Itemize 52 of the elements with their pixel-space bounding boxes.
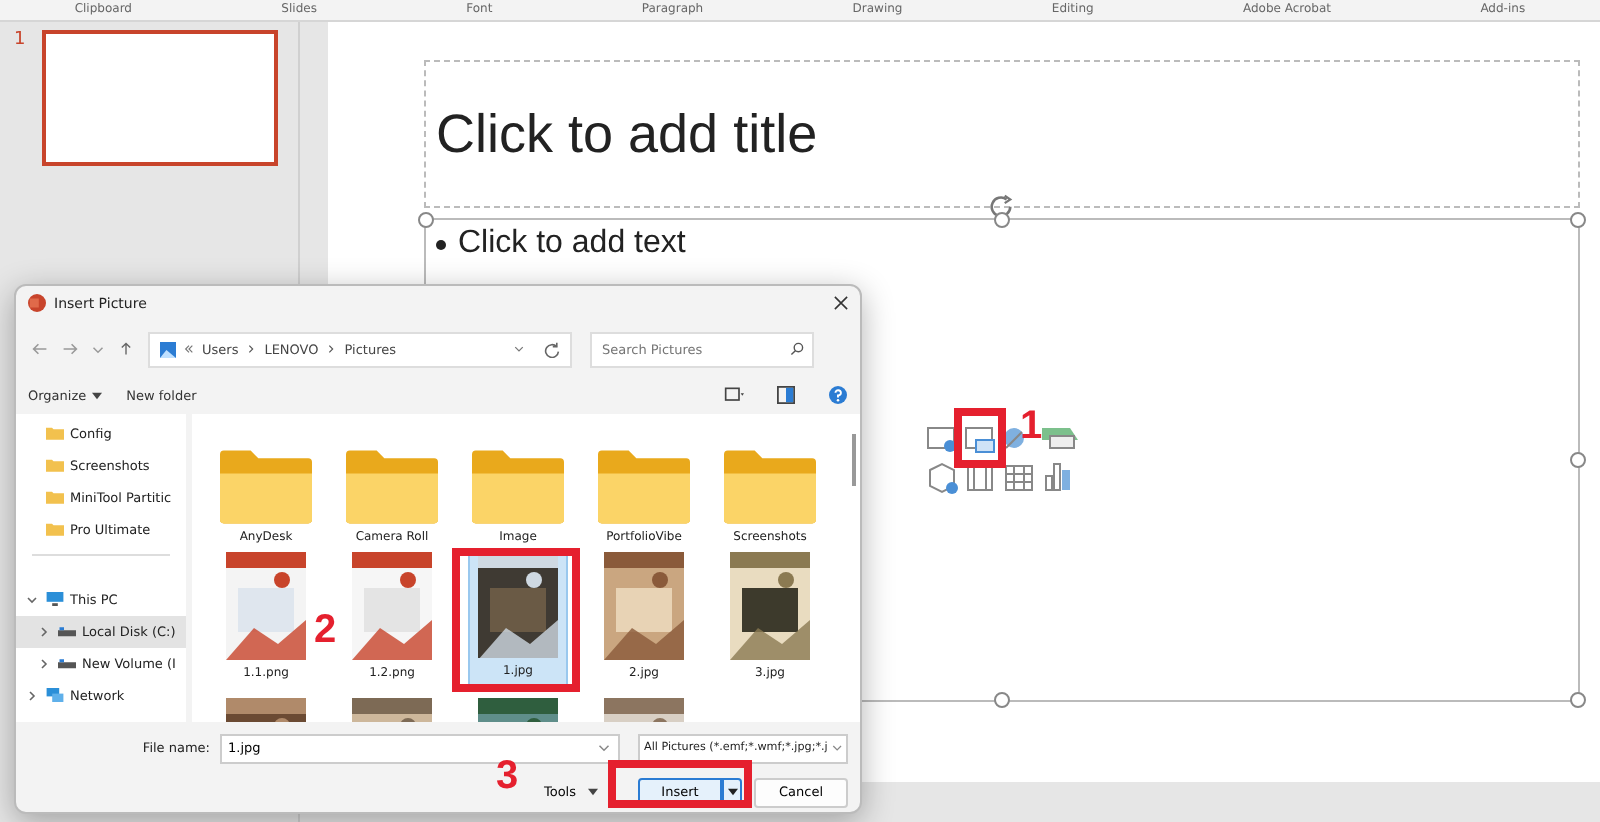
chevron-right-icon bbox=[246, 344, 257, 355]
highlight-box bbox=[608, 760, 752, 808]
resize-handle[interactable] bbox=[994, 692, 1010, 708]
chevron-down-icon[interactable] bbox=[514, 344, 524, 355]
up-icon[interactable] bbox=[118, 342, 134, 357]
folder-icon bbox=[724, 449, 816, 524]
chevron-right-icon[interactable] bbox=[38, 625, 50, 638]
back-icon[interactable] bbox=[32, 342, 48, 357]
resize-handle[interactable] bbox=[994, 212, 1010, 228]
folder-icon bbox=[598, 449, 690, 524]
help-icon[interactable] bbox=[828, 386, 848, 405]
app-logo-icon bbox=[28, 294, 46, 313]
resize-handle[interactable] bbox=[1570, 452, 1586, 468]
drive-icon bbox=[58, 656, 76, 671]
title-placeholder-text: Click to add title bbox=[436, 103, 818, 165]
view-icon[interactable] bbox=[724, 386, 744, 405]
highlight-box bbox=[452, 548, 580, 692]
folder-icon bbox=[220, 449, 312, 524]
chevron-right-icon[interactable] bbox=[38, 657, 50, 670]
chevron-right-icon[interactable] bbox=[26, 689, 38, 702]
step-number: 1 bbox=[1020, 404, 1043, 448]
highlight-box bbox=[954, 408, 1006, 468]
refresh-icon[interactable] bbox=[544, 341, 560, 358]
search-icon bbox=[790, 341, 804, 356]
resize-handle[interactable] bbox=[418, 212, 434, 228]
chevron-right-icon bbox=[326, 344, 337, 355]
content-placeholder-text: Click to add text bbox=[458, 226, 686, 262]
drive-icon bbox=[58, 624, 76, 639]
slide-number: 1 bbox=[14, 30, 26, 54]
pictures-icon bbox=[160, 341, 176, 358]
monitor-icon bbox=[46, 592, 64, 607]
caret-icon bbox=[92, 391, 103, 400]
resize-handle[interactable] bbox=[1570, 212, 1586, 228]
caret-icon bbox=[588, 788, 598, 797]
slide-thumbnail[interactable] bbox=[41, 30, 278, 166]
forward-icon[interactable] bbox=[62, 342, 78, 357]
overflow-chevron-icon bbox=[184, 344, 194, 355]
preview-pane-icon[interactable] bbox=[776, 386, 796, 405]
folder-icon bbox=[472, 449, 564, 524]
network-icon bbox=[46, 688, 64, 703]
chevron-down-icon[interactable] bbox=[92, 345, 104, 354]
bullet-icon bbox=[436, 239, 446, 249]
step-number: 2 bbox=[314, 608, 337, 652]
chevron-down-icon bbox=[831, 744, 842, 753]
chevron-down-icon[interactable] bbox=[598, 743, 610, 752]
close-icon[interactable] bbox=[834, 296, 848, 311]
rotate-handle-icon[interactable] bbox=[988, 192, 1014, 218]
caret-icon bbox=[727, 788, 737, 797]
resize-handle[interactable] bbox=[1570, 692, 1586, 708]
chevron-down-icon[interactable] bbox=[26, 593, 38, 606]
folder-icon bbox=[346, 449, 438, 524]
title-placeholder[interactable]: Click to add title bbox=[424, 60, 1580, 208]
